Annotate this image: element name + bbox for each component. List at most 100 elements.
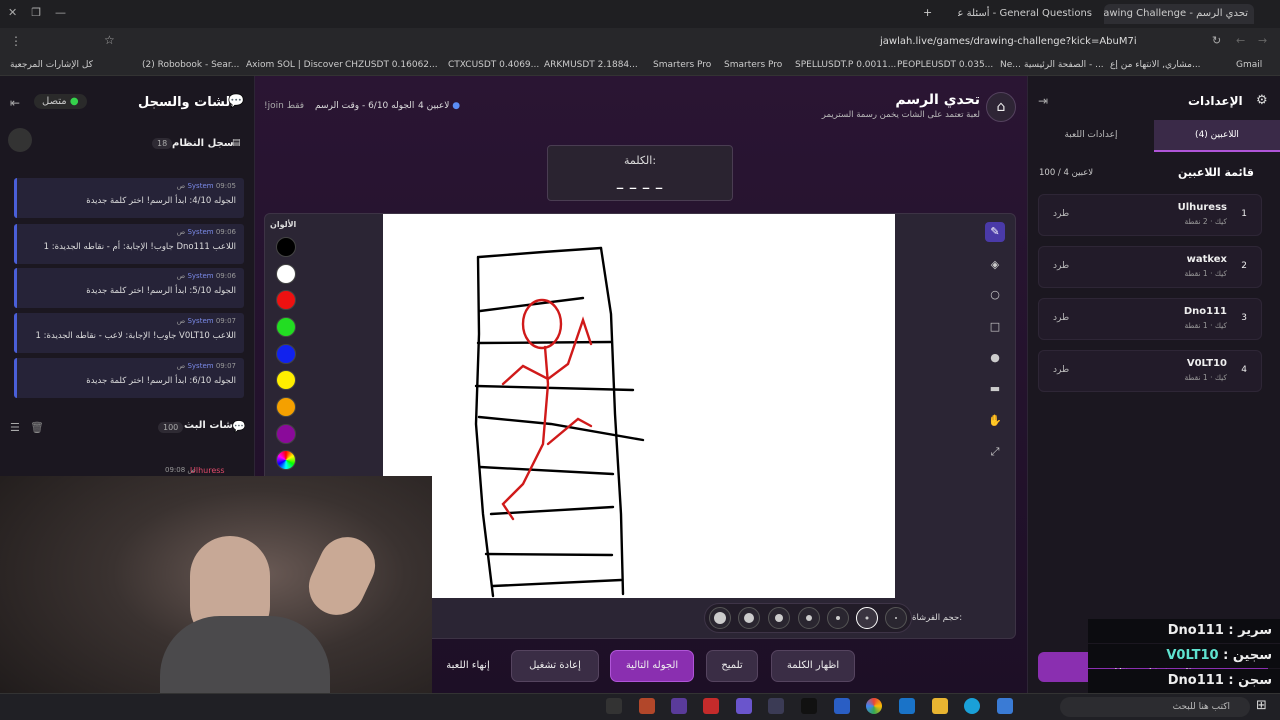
game-title: تحدي الرسم — [895, 92, 980, 108]
bookmark-item[interactable]: ARKMUSDT 2.1884... — [544, 60, 638, 70]
restart-button[interactable]: إعادة تشغيل — [511, 650, 599, 682]
log-message: System 09:05 ص الجوله 4/10: ابدأ الرسم! ا… — [14, 178, 244, 218]
bookmark-item[interactable]: PEOPLEUSDT 0.035... — [897, 60, 993, 70]
bookmarks-bar: كل الإشارات المرجعية (2) Robobook - Sear… — [0, 56, 1280, 76]
app-icon[interactable] — [736, 698, 752, 714]
app-icon[interactable] — [703, 698, 719, 714]
drawing-canvas[interactable] — [383, 214, 895, 598]
sender: System — [187, 362, 214, 370]
chrome-icon[interactable] — [866, 698, 882, 714]
trash-icon[interactable]: 🗑 — [30, 421, 44, 434]
start-icon[interactable]: ⊞ — [1256, 698, 1267, 713]
back-icon[interactable]: ← — [1236, 34, 1245, 47]
url-field[interactable]: jawlah.live/games/drawing-challenge?kick… — [880, 36, 1180, 47]
color-green[interactable] — [276, 317, 296, 337]
menu-icon[interactable]: ⋮ — [10, 34, 22, 48]
color-picker-icon[interactable] — [276, 450, 296, 470]
reveal-word-button[interactable]: اظهار الكلمة — [771, 650, 855, 682]
home-icon[interactable]: ⌂ — [986, 92, 1016, 122]
brush-size-m[interactable] — [768, 607, 790, 629]
log-message: System 09:07 ص اللاعب V0LT10 جاوب! الإجاب… — [14, 313, 244, 353]
bookmark-item[interactable]: Ne... — [1000, 60, 1021, 70]
next-round-button[interactable]: الجوله التالية — [610, 650, 694, 682]
store-icon[interactable] — [997, 698, 1013, 714]
app-icon[interactable] — [834, 698, 850, 714]
log-message: System 09:06 ص الجوله 5/10: ابدأ الرسم! ا… — [14, 268, 244, 308]
bookmark-item[interactable]: (2) Robobook - Sear... — [142, 60, 239, 70]
app-icon[interactable] — [899, 698, 915, 714]
brush-size-min[interactable] — [885, 607, 907, 629]
sender: System — [187, 272, 214, 280]
color-blue[interactable] — [276, 344, 296, 364]
dot-icon[interactable]: ● — [985, 348, 1005, 368]
window-controls[interactable]: ✕ ❐ — — [8, 6, 66, 19]
reload-icon[interactable]: ↻ — [1212, 34, 1221, 47]
tab-players[interactable]: اللاعبين (4) — [1154, 120, 1280, 152]
epic-icon[interactable] — [606, 698, 622, 714]
color-red[interactable] — [276, 290, 296, 310]
kick-button[interactable]: طرد — [1053, 365, 1069, 375]
color-yellow[interactable] — [276, 370, 296, 390]
color-black[interactable] — [276, 237, 296, 257]
color-white[interactable] — [276, 264, 296, 284]
brush-size-xxs-selected[interactable] — [856, 607, 878, 629]
bookmark-item[interactable]: Gmail — [1236, 60, 1262, 70]
eraser-icon[interactable]: ◈ — [985, 255, 1005, 275]
player-points: كيك · 1 نقطة — [1184, 373, 1227, 382]
overlay-name: Dno111 — [1167, 673, 1224, 688]
color-orange[interactable] — [276, 397, 296, 417]
bookmark-item[interactable]: Smarters Pro — [724, 60, 782, 70]
brush-size-xl[interactable] — [709, 607, 731, 629]
tab-drawing-challenge[interactable]: تحدي الرسم - Drawing Challenge — [1104, 4, 1254, 24]
bookmark-item[interactable]: CTXCUSDT 0.4069... — [448, 60, 539, 70]
chat-filter-icon[interactable]: ☰ — [10, 421, 20, 434]
hint-button[interactable]: تلميح — [706, 650, 758, 682]
bookmark-star-icon[interactable]: ☆ — [104, 33, 115, 47]
app-icon[interactable] — [671, 698, 687, 714]
collapse-left-icon[interactable]: ⇤ — [10, 96, 20, 110]
log-message: System 09:06 ص اللاعب Dno111 جاوب! الإجاب… — [14, 224, 244, 264]
brush-size-s[interactable] — [798, 607, 820, 629]
tiktok-icon[interactable] — [801, 698, 817, 714]
bookmark-item[interactable]: Smarters Pro — [653, 60, 711, 70]
square-icon[interactable]: □ — [985, 317, 1005, 337]
palette-title: الألوان — [270, 220, 297, 229]
steam-avatar-icon — [8, 128, 32, 152]
round-status: الجوله 6/10 - وقت الرسم — [315, 101, 415, 111]
new-tab-icon[interactable]: + — [923, 6, 932, 19]
rect-fill-icon[interactable]: ▬ — [985, 379, 1005, 399]
brush-size-l[interactable] — [738, 607, 760, 629]
bookmark-all[interactable]: كل الإشارات المرجعية — [10, 60, 93, 70]
color-purple[interactable] — [276, 424, 296, 444]
bookmark-item[interactable]: CHZUSDT 0.16062... — [345, 60, 438, 70]
bookmark-item[interactable]: مشاري, الانتهاء من إع... — [1110, 60, 1201, 70]
drawing-strokes — [474, 246, 645, 598]
status-dot-icon: ● — [69, 96, 79, 107]
player-row: 2 watkex كيك · 1 نقطة طرد — [1038, 246, 1262, 288]
log-icon: ▤ — [232, 138, 241, 148]
circle-icon[interactable]: ○ — [985, 285, 1005, 305]
kick-button[interactable]: طرد — [1053, 209, 1069, 219]
bookmark-item[interactable]: SPELLUSDT.P 0.0011... — [795, 60, 896, 70]
forward-icon[interactable]: → — [1258, 34, 1267, 47]
fill-icon[interactable]: ✋ — [985, 411, 1005, 431]
tab-general-questions[interactable]: General Questions - أسئلة عامة — [958, 4, 1098, 24]
tab-game-settings[interactable]: إعدادات اللعبة — [1028, 120, 1154, 152]
brush-size-xs[interactable] — [827, 607, 849, 629]
line-icon[interactable]: ⤢ — [985, 442, 1005, 462]
bookmark-item[interactable]: الصفحة الرئيسية - ... — [1024, 60, 1104, 70]
edge-icon[interactable] — [964, 698, 980, 714]
bookmark-item[interactable]: Axiom SOL | Discover — [246, 60, 343, 70]
app-icon[interactable] — [768, 698, 784, 714]
word-label: الكلمة: — [623, 154, 657, 167]
collapse-right-icon[interactable]: ⇥ — [1038, 94, 1048, 108]
end-game-button[interactable]: إنهاء اللعبة — [433, 650, 503, 682]
kick-button[interactable]: طرد — [1053, 313, 1069, 323]
app-icon[interactable] — [639, 698, 655, 714]
taskbar-search[interactable]: اكتب هنا للبحث — [1060, 697, 1250, 717]
kick-button[interactable]: طرد — [1053, 261, 1069, 271]
tab-label: تحدي الرسم - Drawing Challenge — [1104, 8, 1248, 19]
message-text: اللاعب V0LT10 جاوب! الإجابة: لاعب - نقاط… — [35, 331, 236, 341]
file-explorer-icon[interactable] — [932, 698, 948, 714]
pencil-icon[interactable]: ✎ — [985, 222, 1005, 242]
